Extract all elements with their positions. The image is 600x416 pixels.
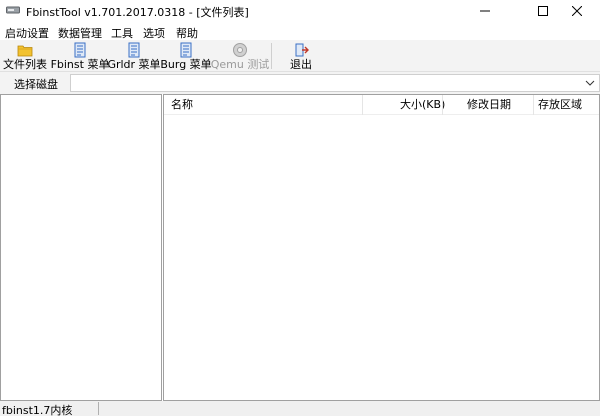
qemu-icon — [233, 43, 247, 57]
close-button[interactable] — [554, 0, 600, 22]
file-list-button[interactable]: 文件列表 — [3, 41, 47, 71]
menu-help[interactable]: 帮助 — [176, 25, 198, 41]
grldr-menu-button[interactable]: Grldr 菜单 — [107, 41, 161, 71]
grldr-menu-label: Grldr 菜单 — [107, 58, 161, 71]
title-bar: FbinstTool v1.701.2017.0318 - [文件列表] — [0, 0, 600, 22]
column-modified-date[interactable]: 修改日期 — [467, 95, 511, 115]
status-kernel-text: fbinst1.7内核 — [2, 404, 73, 416]
disk-selector-bar: 选择磁盘 — [0, 72, 600, 94]
exit-button[interactable]: 退出 — [286, 41, 316, 71]
menu-doc-icon — [180, 42, 192, 58]
toolbar-separator — [271, 43, 272, 69]
file-list-header: 名称 大小(KB) 修改日期 存放区域 — [164, 95, 599, 115]
status-bar: fbinst1.7内核 — [0, 401, 600, 416]
folder-icon — [17, 45, 33, 57]
qemu-test-label: Qemu 测试 — [210, 58, 270, 71]
column-divider[interactable] — [442, 95, 443, 115]
fbinst-menu-label: Fbinst 菜单 — [50, 58, 110, 71]
partition-tree-pane[interactable] — [0, 94, 162, 401]
window-title: FbinstTool v1.701.2017.0318 - [文件列表] — [26, 6, 249, 19]
column-size[interactable]: 大小(KB) — [400, 95, 445, 115]
menu-data-management[interactable]: 数据管理 — [58, 25, 102, 41]
menu-doc-icon — [128, 42, 140, 58]
disk-select-dropdown[interactable] — [70, 74, 600, 92]
column-divider[interactable] — [533, 95, 534, 115]
menu-tools[interactable]: 工具 — [111, 25, 133, 41]
qemu-test-button[interactable]: Qemu 测试 — [211, 41, 269, 71]
chevron-down-icon — [585, 80, 595, 86]
menu-doc-icon — [74, 42, 86, 58]
column-divider[interactable] — [362, 95, 363, 115]
status-divider — [98, 402, 99, 415]
burg-menu-label: Burg 菜单 — [160, 58, 212, 71]
menu-boot-settings[interactable]: 启动设置 — [5, 25, 49, 41]
menu-options[interactable]: 选项 — [143, 25, 165, 41]
maximize-icon — [538, 6, 548, 16]
disk-select-label: 选择磁盘 — [14, 78, 58, 91]
exit-label: 退出 — [290, 58, 312, 71]
file-list-pane[interactable]: 名称 大小(KB) 修改日期 存放区域 — [163, 94, 600, 401]
column-storage-area[interactable]: 存放区域 — [538, 95, 582, 115]
column-name[interactable]: 名称 — [171, 95, 193, 115]
fbinst-menu-button[interactable]: Fbinst 菜单 — [51, 41, 109, 71]
exit-door-icon — [295, 43, 309, 57]
close-icon — [572, 6, 582, 16]
menu-bar: 启动设置 数据管理 工具 选项 帮助 — [0, 22, 600, 40]
drive-icon — [6, 6, 20, 14]
minimize-button[interactable] — [462, 0, 508, 22]
file-list-label: 文件列表 — [3, 58, 47, 71]
burg-menu-button[interactable]: Burg 菜单 — [160, 41, 212, 71]
toolbar: 文件列表 Fbinst 菜单 Grldr 菜单 Burg 菜单 Qemu 测试 — [0, 40, 600, 72]
minimize-icon — [480, 10, 490, 12]
